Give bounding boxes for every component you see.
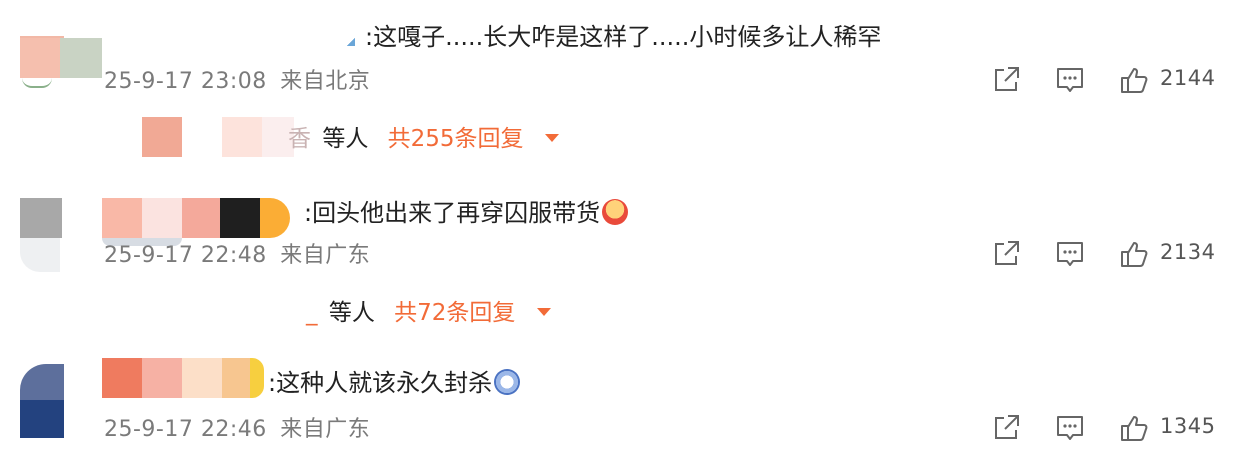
thumbs-up-icon[interactable] [1118,412,1150,444]
replies-link[interactable]: 香 等人 共255条回复 [288,124,559,154]
expand-caret-icon[interactable] [536,307,551,316]
avatar[interactable] [0,196,64,274]
reply-count[interactable]: 共255条回复 [388,126,524,152]
expand-caret-icon[interactable] [544,133,559,142]
comment-actions: 1345 [990,412,1220,446]
username-pixelated[interactable] [102,198,302,238]
comment-actions: 2134 [990,238,1220,272]
username-tail-mark [347,38,355,46]
thumbs-up-icon[interactable] [1118,238,1150,270]
crying-face-icon [602,199,629,225]
comment-icon[interactable] [1054,238,1086,270]
comment-time: 25-9-17 22:46 [104,417,267,442]
comment-time: 25-9-17 23:08 [104,69,267,94]
replies-link[interactable]: _ 等人 共72条回复 [306,298,551,328]
avatar-underline [22,78,52,88]
share-icon[interactable] [990,412,1022,444]
comment-location: 来自北京 [280,69,371,94]
comment-actions: 2144 [990,64,1220,98]
dizzy-face-icon [494,369,521,395]
share-icon[interactable] [990,238,1022,270]
comment-text: :这种人就该永久封杀 [268,368,521,398]
comment-icon[interactable] [1054,412,1086,444]
reply-count[interactable]: 共72条回复 [394,300,515,326]
username-pixelated[interactable] [102,358,264,398]
comment-location: 来自广东 [280,417,371,442]
avatar[interactable] [0,360,64,440]
thumbs-up-icon[interactable] [1118,64,1150,96]
share-icon[interactable] [990,64,1022,96]
reply-name-tail: _ [306,300,318,326]
comment-icon[interactable] [1054,64,1086,96]
username-pixelated[interactable] [20,38,102,78]
comment-time: 25-9-17 22:48 [104,243,267,268]
comment-meta: 25-9-17 23:08 来自北京 [104,68,370,96]
comment-text: :回头他出来了再穿囚服带货 [304,198,629,228]
comment-meta: 25-9-17 22:48 来自广东 [104,242,370,270]
reply-avatar-pixelated [142,117,182,157]
reply-name-tail: 香 [288,126,311,152]
reply-name-pixelated [222,117,294,157]
reply-people: 等人 [322,126,369,152]
like-count: 2144 [1160,66,1216,90]
reply-people: 等人 [328,300,375,326]
like-count: 1345 [1160,414,1216,438]
like-count: 2134 [1160,240,1216,264]
comment-location: 来自广东 [280,243,371,268]
comment-text: :这嘎子.....长大咋是这样了.....小时候多让人稀罕 [365,23,882,51]
comment-meta: 25-9-17 22:46 来自广东 [104,416,370,444]
